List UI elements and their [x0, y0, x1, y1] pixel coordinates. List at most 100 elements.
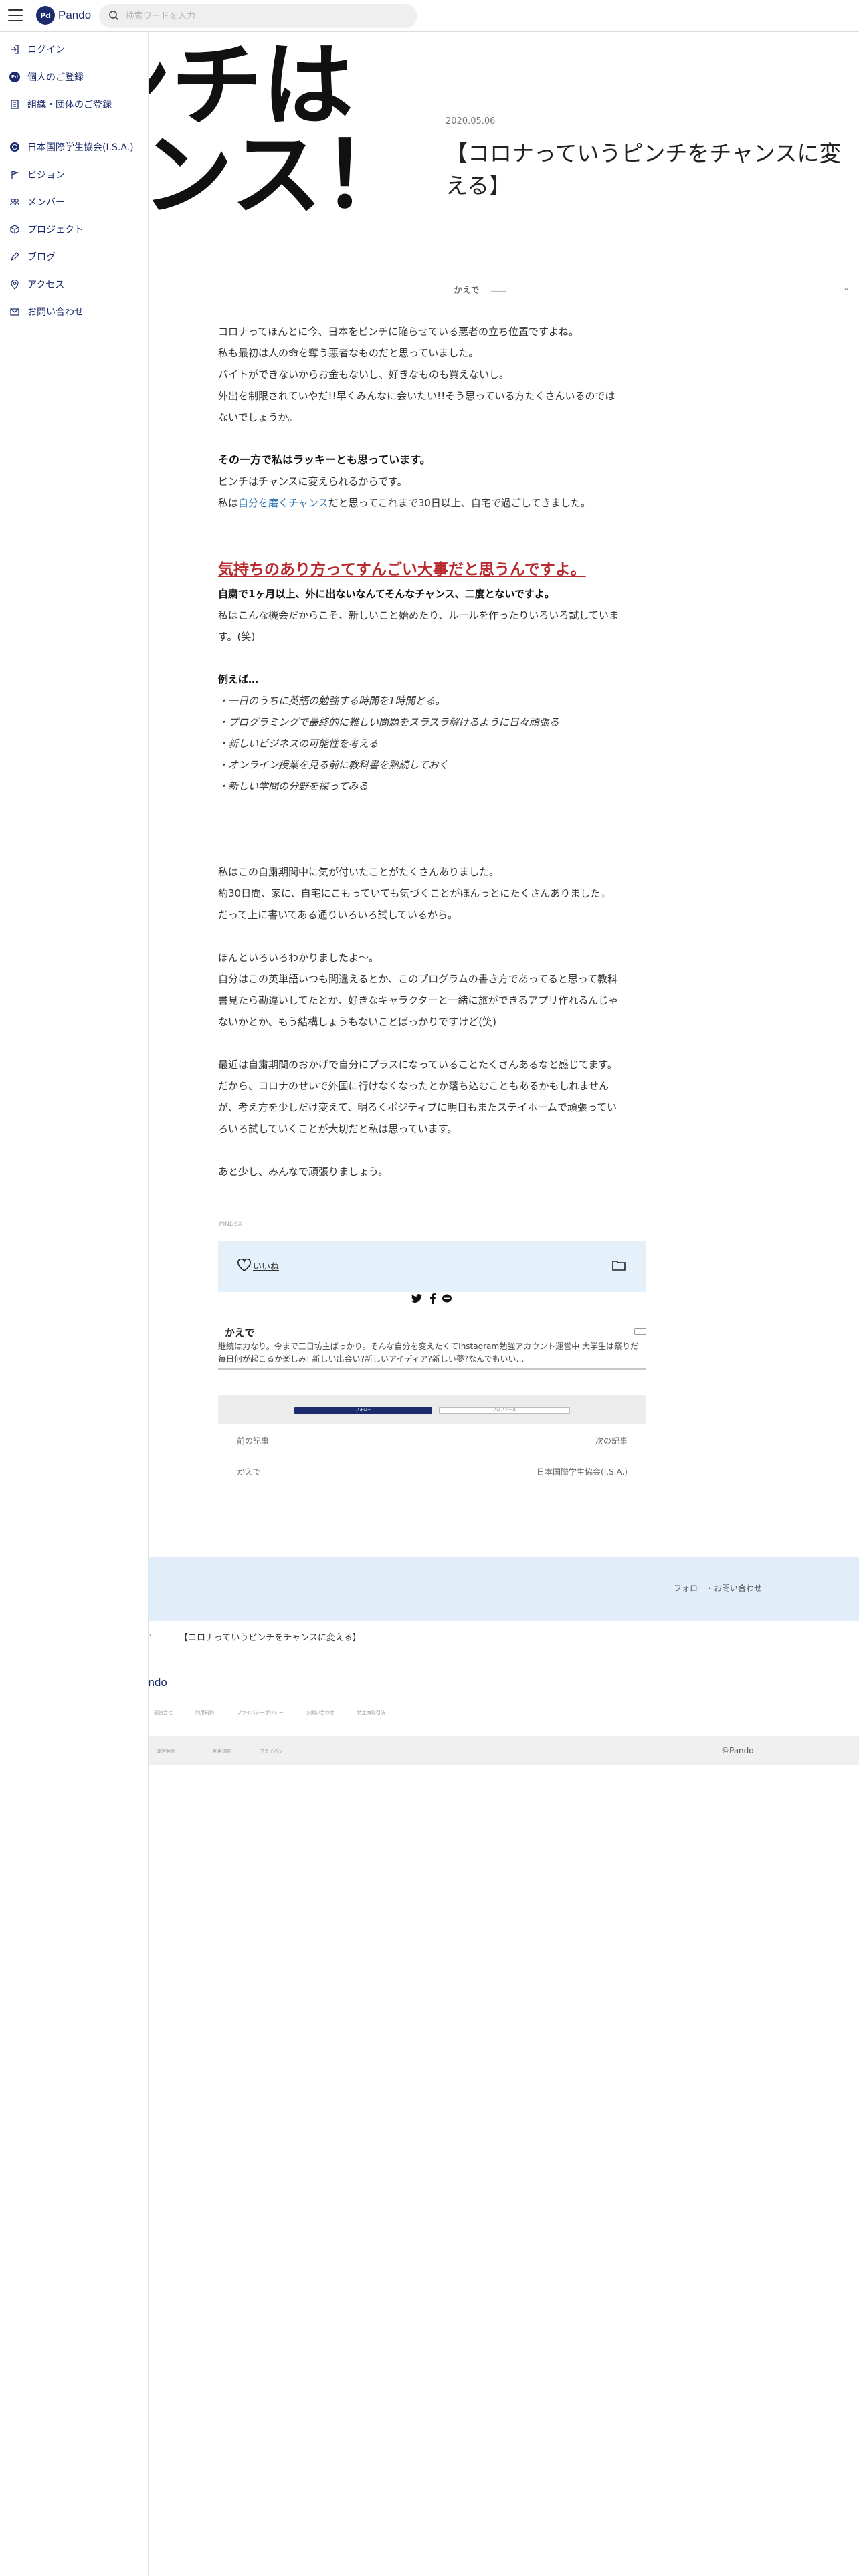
sidebar-item-label: 組織・団体のご登録	[27, 99, 112, 110]
vision-icon	[11, 170, 19, 179]
login-icon	[11, 44, 19, 54]
like-button[interactable]: いいね	[253, 1259, 279, 1272]
breadcrumb-separator: ›	[149, 1630, 152, 1639]
sidebar-item-blog[interactable]: ブログ	[0, 243, 148, 270]
section-heading: 自粛で1ヶ月以上、外に出ないなんてそんなチャンス、二度とないですよ。	[218, 588, 555, 600]
list-item: ・プログラミングで最終的に難しい問題をスラスラ解けるように日々頑張る	[218, 716, 559, 728]
sidebar-item-label: 個人のご登録	[27, 72, 84, 83]
footer-link[interactable]: 利用規約	[195, 1709, 214, 1716]
text: 私は	[218, 497, 239, 509]
facebook-icon[interactable]	[428, 1293, 436, 1304]
project-icon	[10, 224, 19, 234]
sidebar-item-project[interactable]: プロジェクト	[0, 215, 148, 243]
paragraph: 私はこんな機会だからこそ、新しいこと始めたり、ルールを作ったりいろいろ試していま	[218, 609, 619, 621]
section-heading: 例えば…	[218, 673, 259, 685]
sidebar: ログイン Pd 個人のご登録 組織・団体のご登録 日本国際学生協会(I.S.A.…	[0, 33, 149, 2576]
author-card-name[interactable]: かえで	[225, 1325, 255, 1339]
red-heading: 気持ちのあり方ってすんごい大事だと思うんですよ。	[218, 561, 586, 578]
list-item: ・新しい学問の分野を探ってみる	[218, 780, 369, 792]
paragraph: あと少し、みんなで頑張りましょう。	[218, 1166, 389, 1178]
sidebar-item-contact[interactable]: お問い合わせ	[0, 298, 148, 325]
hamburger-menu-icon[interactable]	[8, 9, 23, 21]
paragraph: ピンチはチャンスに変えられるからです。	[218, 475, 407, 488]
sidebar-item-access[interactable]: アクセス	[0, 270, 148, 298]
sidebar-item-organization-register[interactable]: 組織・団体のご登録	[0, 90, 148, 118]
sidebar-item-label: ブログ	[27, 251, 56, 263]
share-buttons	[411, 1293, 452, 1304]
sidebar-item-label: メンバー	[27, 197, 65, 208]
section-heading: その一方で私はラッキーとも思っています。	[218, 453, 431, 466]
chevron-down-icon[interactable]: ⌄	[843, 283, 850, 292]
footer-links: 運営会社 利用規約 プライバシーポリシー お問い合わせ 特定商取引法	[154, 1709, 385, 1716]
sidebar-item-person-register[interactable]: Pd 個人のご登録	[0, 63, 148, 90]
sidebar-item-members[interactable]: メンバー	[0, 188, 148, 215]
follow-toggle-icon[interactable]	[634, 1328, 646, 1335]
logo-text: Pando	[58, 9, 92, 21]
sidebar-item-label: ログイン	[27, 44, 65, 56]
breadcrumb: › 【コロナっていうピンチをチャンスに変える】	[149, 1621, 859, 1650]
follow-contact-link[interactable]: フォロー・お問い合わせ	[674, 1582, 762, 1594]
logo-mark: Pd	[36, 6, 55, 25]
footer-bar-link[interactable]: プライバシー	[260, 1748, 288, 1755]
next-post-link[interactable]: 次の記事	[595, 1435, 628, 1446]
search-box[interactable]	[99, 4, 417, 28]
highlight-text: 自分を磨くチャンス	[238, 497, 328, 509]
profile-button[interactable]: プロフィール	[439, 1407, 570, 1414]
members-icon	[9, 198, 20, 205]
author-card: かえで 継続は力なり。今まで三日坊主ばっかり。そんな自分を変えたくてInstag…	[218, 1320, 646, 1370]
paragraph: 私も最初は人の命を奪う悪者なものだと思っていました。	[218, 347, 479, 359]
location-icon	[11, 279, 19, 290]
post-title: 【コロナっていうピンチをチャンスに変える】	[446, 140, 842, 199]
footer-link[interactable]: 特定商取引法	[357, 1709, 385, 1716]
paragraph: ないかとか、もう結構しょうもないことばっかりですけど(笑)	[218, 1016, 496, 1028]
paragraph: だから、コロナのせいで外国に行けなくなったとか落ち込むこともあるかもしれません	[218, 1080, 609, 1092]
prev-post-author[interactable]: かえで	[237, 1466, 261, 1477]
author-org: ____	[491, 283, 506, 292]
paragraph: 自分はこの英単語いつも間違えるとか、このプログラムの書き方であってると思って教科	[218, 973, 618, 985]
list-item: ・一日のうちに英語の勉強する時間を1時間とる。	[218, 695, 446, 707]
follow-box: フォロー プロフィール	[218, 1395, 646, 1424]
list-item: ・新しいビジネスの可能性を考える	[218, 738, 379, 750]
paragraph: 書見たら勘違いしてたとか、好きなキャラクターと一緒に旅ができるアプリ作れるんじゃ	[218, 994, 619, 1006]
person-register-icon: Pd	[9, 71, 20, 82]
author-bar[interactable]: かえで ____ ⌄	[149, 281, 859, 298]
tags[interactable]: #INDEX	[218, 1221, 242, 1228]
paragraph: コロナってほんとに今、日本をピンチに陥らせている悪者の立ち位置ですよね。	[218, 326, 579, 338]
footer-bar: 運営会社 利用規約 プライバシー ©Pando	[149, 1736, 859, 1765]
heart-icon[interactable]	[237, 1259, 252, 1272]
paragraph: 私は自分を磨くチャンスだと思ってこれまで30日以上、自宅で過ごしてきました。	[218, 492, 646, 514]
post-navigation-authors: かえで 日本国際学生協会(I.S.A.)	[237, 1466, 628, 1477]
list-item: ・オンライン授業を見る前に教科書を熟読しておく	[218, 759, 449, 771]
breadcrumb-current: 【コロナっていうピンチをチャンスに変える】	[179, 1633, 361, 1643]
follow-button[interactable]: フォロー	[294, 1407, 432, 1414]
paragraph: ろいろ試していくことが大切だと私は思っています。	[218, 1123, 458, 1135]
footer-link[interactable]: プライバシーポリシー	[237, 1709, 284, 1716]
search-input[interactable]	[126, 9, 407, 23]
sidebar-item-organization[interactable]: 日本国際学生協会(I.S.A.)	[0, 133, 148, 160]
folder-icon[interactable]	[611, 1259, 626, 1271]
footer-link[interactable]: お問い合わせ	[306, 1709, 335, 1716]
footer-bar-link[interactable]: 利用規約	[213, 1748, 231, 1755]
paragraph: ほんといろいろわかりましたよ～。	[218, 952, 379, 964]
like-bar: いいね	[218, 1241, 646, 1292]
sidebar-item-label: お問い合わせ	[27, 306, 84, 318]
text: だと思ってこれまで30日以上、自宅で過ごしてきました。	[328, 497, 591, 509]
footer-bar-link[interactable]: 運営会社	[157, 1748, 175, 1755]
footer-cta: フォロー・お問い合わせ	[149, 1557, 859, 1621]
paragraph: 約30日間、家に、自宅にこもっていても気づくことがほんっとにたくさんありました。	[218, 887, 611, 899]
blog-icon	[10, 251, 19, 261]
sidebar-item-vision[interactable]: ビジョン	[0, 160, 148, 188]
line-icon[interactable]	[442, 1293, 452, 1304]
twitter-icon[interactable]	[411, 1293, 423, 1304]
footer-link[interactable]: 運営会社	[154, 1709, 173, 1716]
org-logo-icon	[10, 142, 19, 152]
sidebar-item-login[interactable]: ログイン	[0, 35, 148, 63]
next-post-author[interactable]: 日本国際学生協会(I.S.A.)	[537, 1466, 628, 1477]
prev-post-link[interactable]: 前の記事	[237, 1435, 269, 1446]
sidebar-item-label: ビジョン	[27, 169, 65, 181]
organization-register-icon	[11, 99, 19, 109]
site-header: Pd Pando	[0, 0, 859, 32]
author-name[interactable]: かえで	[454, 283, 480, 296]
author-card-bio: 継続は力なり。今まで三日坊主ばっかり。そんな自分を変えたくてInstagram勉…	[218, 1341, 639, 1364]
site-logo[interactable]: Pd Pando	[36, 6, 91, 25]
